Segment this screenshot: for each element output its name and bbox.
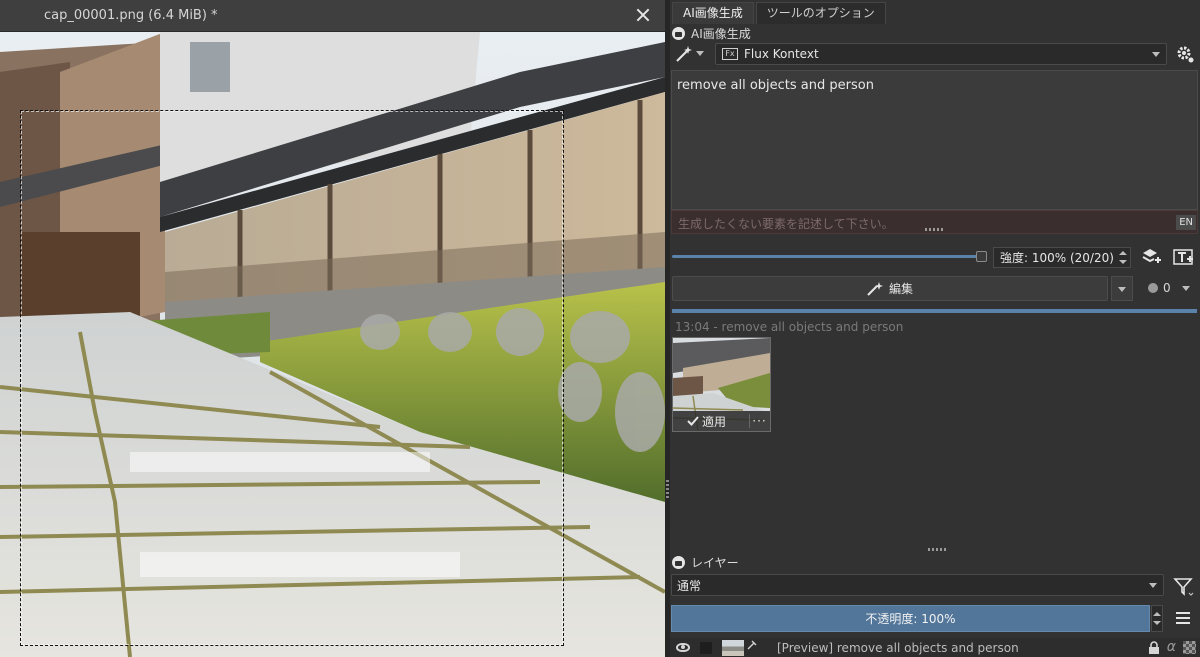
strength-slider[interactable]	[672, 255, 977, 258]
document-title: cap_00001.png (6.4 MiB) *	[44, 8, 218, 23]
chevron-down-icon	[1149, 583, 1157, 588]
tab-ai-generation[interactable]: AI画像生成	[672, 2, 754, 24]
resize-handle-icon[interactable]	[928, 548, 948, 551]
document-tab[interactable]: cap_00001.png (6.4 MiB) *	[0, 0, 665, 32]
model-icon: Fx	[722, 48, 738, 60]
right-dock: AI画像生成 ツールのオプション AI画像生成 Fx Flux Kontext …	[670, 0, 1200, 657]
queue-indicator[interactable]: 0	[1148, 281, 1190, 295]
visibility-eye-icon[interactable]	[676, 643, 690, 652]
chevron-down-icon	[696, 51, 704, 56]
layer-thumbnail	[722, 639, 744, 656]
model-name: Flux Kontext	[744, 47, 819, 61]
blend-mode-select[interactable]: 通常	[671, 574, 1164, 596]
splitter-grip-icon	[666, 480, 669, 498]
lock-icon[interactable]	[1148, 640, 1160, 654]
progress-bar	[672, 309, 1197, 313]
opacity-slider[interactable]: 不透明度: 100%	[671, 605, 1150, 632]
edit-button[interactable]: 編集	[672, 276, 1108, 301]
magic-wand-icon	[867, 281, 883, 296]
tab-tool-options[interactable]: ツールのオプション	[755, 2, 886, 24]
layers-panel-title: レイヤー	[691, 555, 739, 570]
opacity-spin-arrows-icon[interactable]	[1151, 605, 1163, 632]
apply-button[interactable]: 適用	[673, 413, 749, 430]
strength-slider-handle[interactable]	[976, 251, 987, 262]
model-select[interactable]: Fx Flux Kontext	[715, 43, 1167, 65]
progress-fill	[672, 309, 1197, 313]
history-thumbnail[interactable]: 適用 ···	[672, 337, 771, 432]
layer-name: [Preview] remove all objects and person	[777, 640, 1019, 655]
alpha-lock-icon[interactable]: α	[1167, 639, 1176, 655]
ai-panel-title: AI画像生成	[691, 26, 751, 41]
layer-row-tools: α	[1148, 639, 1196, 655]
edit-mode-dropdown[interactable]	[1111, 276, 1133, 301]
paint-layer-icon	[747, 640, 757, 649]
strength-label: 強度: 100% (20/20)	[1000, 251, 1114, 265]
queue-status-icon	[1148, 283, 1158, 293]
checkmark-icon	[687, 416, 699, 426]
workspace-selector[interactable]	[675, 45, 705, 63]
panel-lock-icon[interactable]	[672, 26, 685, 40]
layers-panel-header: レイヤー	[672, 553, 739, 571]
settings-gear-icon[interactable]	[1176, 45, 1194, 63]
magic-wand-icon	[676, 46, 692, 62]
text-add-icon[interactable]	[1173, 248, 1195, 266]
apply-label: 適用	[702, 414, 727, 429]
language-badge[interactable]: EN	[1176, 215, 1196, 230]
inherit-alpha-icon[interactable]	[1183, 640, 1196, 654]
queue-count: 0	[1163, 281, 1171, 295]
opacity-label: 不透明度: 100%	[865, 612, 956, 626]
selection-marquee[interactable]	[20, 110, 564, 646]
resize-handle-icon[interactable]	[925, 228, 945, 231]
negative-prompt-placeholder: 生成したくない要素を記述して下さい。	[678, 217, 894, 231]
more-options-button[interactable]: ···	[749, 414, 769, 428]
prompt-textarea[interactable]: remove all objects and person	[671, 70, 1198, 210]
panel-lock-icon[interactable]	[672, 555, 685, 569]
filter-icon[interactable]	[1173, 577, 1195, 597]
layer-select-checkbox[interactable]	[700, 641, 712, 654]
blend-mode-value: 通常	[677, 578, 702, 593]
dock-tabs: AI画像生成 ツールのオプション	[672, 2, 888, 24]
prompt-text: remove all objects and person	[677, 78, 874, 93]
chevron-down-icon	[1181, 285, 1190, 291]
chevron-down-icon	[1152, 52, 1160, 57]
canvas-pane: cap_00001.png (6.4 MiB) *	[0, 0, 665, 657]
layer-stack-add-icon[interactable]	[1142, 248, 1162, 266]
spin-arrows-icon[interactable]	[1119, 251, 1127, 265]
canvas-image[interactable]	[0, 32, 665, 657]
layer-row[interactable]: [Preview] remove all objects and person …	[670, 638, 1200, 657]
thumbnail-actions: 適用 ···	[673, 411, 770, 431]
ai-panel-header: AI画像生成	[672, 24, 751, 42]
close-icon[interactable]	[634, 6, 652, 24]
menu-icon[interactable]	[1175, 611, 1191, 625]
edit-button-label: 編集	[888, 282, 913, 296]
history-entry-label: 13:04 - remove all objects and person	[675, 320, 904, 334]
strength-spinbox[interactable]: 強度: 100% (20/20)	[993, 247, 1131, 268]
